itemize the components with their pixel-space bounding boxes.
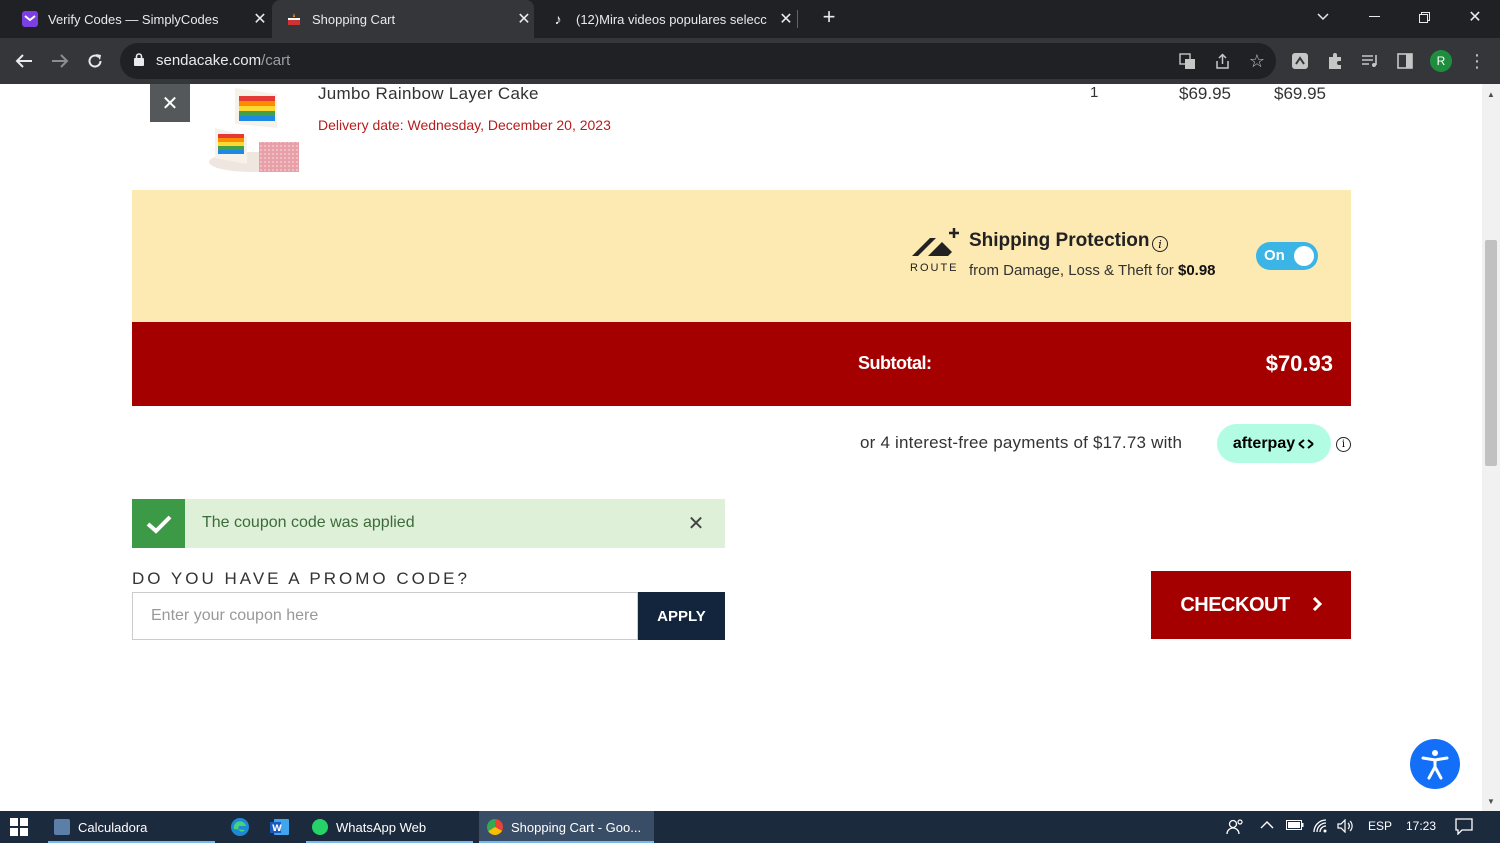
checkout-button[interactable]: CHECKOUT [1151, 571, 1351, 639]
tiktok-icon: ♪ [554, 11, 562, 27]
tab-shopping-cart[interactable]: Shopping Cart ✕ [272, 0, 534, 38]
afterpay-arrows-icon [1298, 438, 1314, 449]
browser-toolbar: sendacake.com/cart ☆ R ⋮ [0, 38, 1500, 84]
reload-icon[interactable] [80, 46, 110, 76]
close-alert-icon[interactable]: ✕ [686, 513, 706, 535]
whatsapp-icon [312, 819, 328, 835]
cart-page: ✕ Jumbo Rainbow Layer Cake Delivery date… [0, 84, 1482, 811]
scroll-up-arrow-icon[interactable]: ▲ [1482, 86, 1500, 102]
coupon-success-text: The coupon code was applied [202, 514, 415, 531]
tab-title: Shopping Cart [312, 11, 396, 27]
tab-search-chevron-icon[interactable] [1300, 0, 1346, 34]
subtotal-bar: Subtotal: $70.93 [132, 322, 1351, 406]
subtotal-value: $70.93 [1265, 351, 1333, 376]
close-window-button[interactable]: ✕ [1452, 0, 1498, 34]
promo-code-label: DO YOU HAVE A PROMO CODE? [132, 569, 470, 588]
windows-start-icon[interactable] [10, 811, 28, 843]
accessibility-person-icon [1421, 750, 1449, 780]
volume-icon[interactable] [1337, 818, 1355, 836]
chrome-menu-icon[interactable]: ⋮ [1466, 50, 1488, 72]
word-icon[interactable]: W [270, 811, 290, 843]
extension-simplycodes-icon[interactable] [1289, 50, 1311, 72]
checkmark-icon [132, 499, 185, 548]
tab-close-icon[interactable]: ✕ [250, 9, 270, 29]
address-bar[interactable]: sendacake.com/cart ☆ [120, 43, 1276, 79]
shipping-protection-toggle[interactable]: On [1256, 242, 1318, 270]
checkout-label: CHECKOUT [1180, 593, 1290, 616]
coupon-input[interactable] [132, 592, 638, 640]
remove-item-button[interactable]: ✕ [150, 84, 190, 122]
afterpay-brand: afterpay [1232, 434, 1296, 452]
media-controls-icon[interactable] [1359, 50, 1381, 72]
toggle-label: On [1264, 247, 1285, 264]
shipping-protection-subtitle: from Damage, Loss & Theft for $0.98 [969, 262, 1216, 279]
delivery-date: Delivery date: Wednesday, December 20, 2… [318, 117, 611, 133]
subtotal-label: Subtotal: [858, 353, 932, 373]
tab-separator [797, 10, 798, 28]
tab-simplycodes[interactable]: Verify Codes — SimplyCodes ✕ [12, 0, 270, 38]
taskbar-chrome-shopping-cart[interactable]: Shopping Cart - Goo... [479, 811, 654, 843]
side-panel-icon[interactable] [1394, 50, 1416, 72]
extensions-puzzle-icon[interactable] [1324, 50, 1346, 72]
tab-close-icon[interactable]: ✕ [514, 9, 534, 29]
scroll-down-arrow-icon[interactable]: ▼ [1482, 793, 1500, 809]
shipping-protection-panel: ROUTE Shipping Protection i from Damage,… [132, 190, 1351, 322]
coupon-success-alert: The coupon code was applied ✕ [132, 499, 725, 548]
apply-coupon-button[interactable]: APPLY [638, 592, 725, 640]
chevron-right-icon [1312, 594, 1322, 617]
unit-price: $69.95 [1179, 84, 1231, 103]
edge-icon[interactable] [230, 811, 250, 843]
minimize-button[interactable] [1351, 0, 1397, 34]
taskbar-whatsapp[interactable]: WhatsApp Web [306, 811, 473, 843]
tab-close-icon[interactable]: ✕ [776, 9, 796, 29]
notifications-icon[interactable] [1455, 818, 1473, 838]
scrollbar-thumb[interactable] [1485, 240, 1497, 466]
afterpay-info-icon[interactable]: i [1336, 437, 1351, 452]
wifi-icon[interactable] [1313, 819, 1329, 836]
line-total-price: $69.95 [1274, 84, 1326, 103]
afterpay-message: or 4 interest-free payments of $17.73 wi… [860, 433, 1183, 452]
tab-tiktok[interactable]: ♪ (12)Mira videos populares selecc ✕ [540, 0, 796, 38]
url-text: sendacake.com/cart [156, 52, 291, 69]
back-arrow-icon[interactable] [9, 46, 39, 76]
route-brand-text: ROUTE [910, 262, 959, 274]
browser-tab-bar: Verify Codes — SimplyCodes ✕ Shopping Ca… [0, 0, 1500, 38]
taskbar-calculadora[interactable]: Calculadora [48, 811, 215, 843]
cake-image [207, 84, 300, 173]
forward-arrow-icon[interactable] [45, 46, 75, 76]
new-tab-button[interactable]: + [806, 0, 852, 34]
tab-title: Verify Codes — SimplyCodes [48, 11, 219, 27]
svg-text:W: W [272, 824, 282, 834]
item-name[interactable]: Jumbo Rainbow Layer Cake [318, 84, 539, 104]
chrome-icon [487, 819, 503, 835]
afterpay-badge[interactable]: afterpay [1217, 424, 1331, 463]
tab-title: (12)Mira videos populares selecc [576, 11, 767, 27]
cake-favicon-icon [286, 11, 302, 27]
battery-icon[interactable] [1286, 819, 1304, 834]
calculator-icon [54, 819, 70, 835]
page-scrollbar[interactable]: ▲ ▼ [1482, 84, 1500, 811]
people-icon[interactable] [1226, 819, 1244, 838]
clock[interactable]: 17:23 [1406, 819, 1436, 833]
simplycodes-icon [22, 11, 38, 27]
language-indicator[interactable]: ESP [1368, 819, 1392, 833]
item-quantity: 1 [1090, 84, 1099, 101]
toggle-knob [1294, 246, 1314, 266]
tray-chevron-up-icon[interactable] [1260, 819, 1274, 833]
share-icon[interactable] [1211, 50, 1233, 72]
info-icon[interactable]: i [1152, 236, 1168, 252]
profile-avatar[interactable]: R [1430, 50, 1452, 72]
bookmark-star-icon[interactable]: ☆ [1246, 50, 1268, 72]
shipping-protection-title: Shipping Protection [969, 230, 1150, 251]
lock-icon [134, 53, 144, 71]
translate-icon[interactable] [1176, 50, 1198, 72]
restore-button[interactable] [1401, 0, 1447, 34]
accessibility-button[interactable] [1410, 739, 1460, 789]
windows-taskbar: Calculadora W WhatsApp Web Shopping Cart… [0, 811, 1500, 843]
